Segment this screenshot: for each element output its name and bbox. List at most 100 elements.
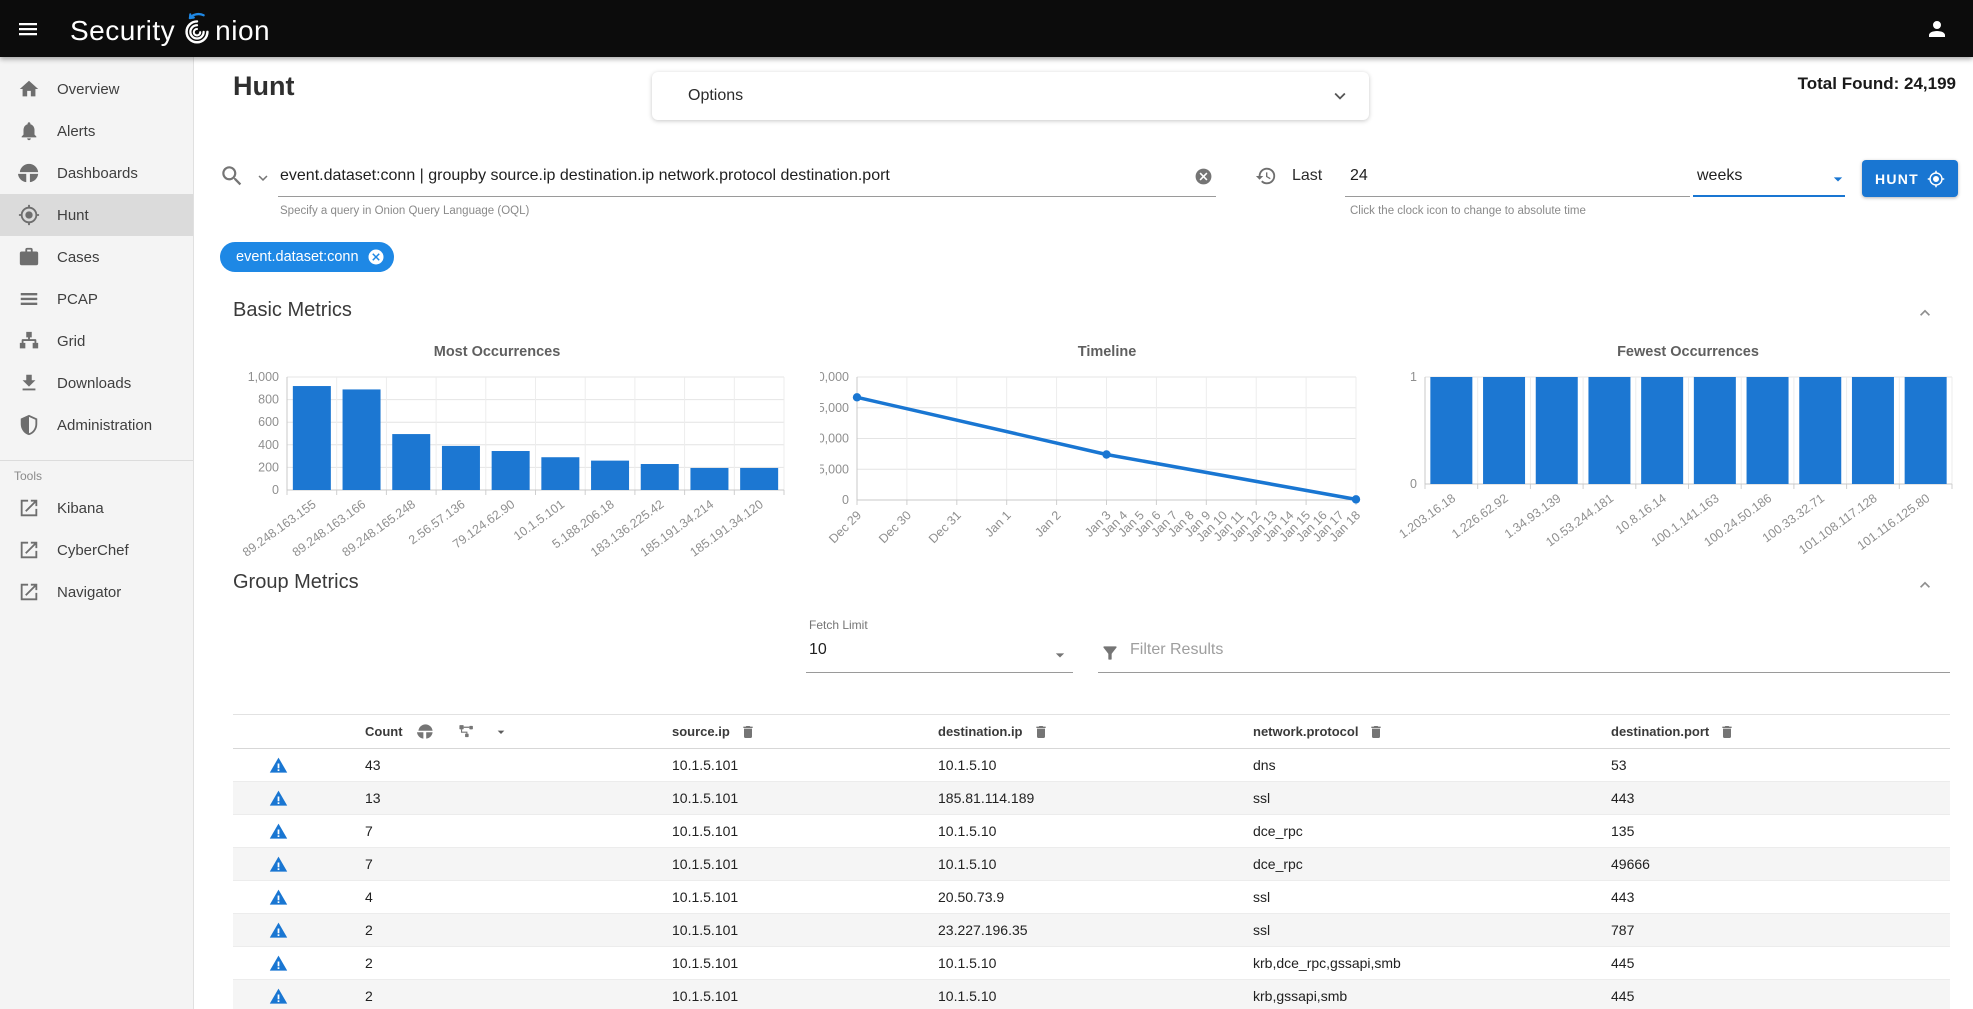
sidebar-item-dashboards[interactable]: Dashboards xyxy=(0,152,193,194)
sidebar-item-alerts[interactable]: Alerts xyxy=(0,110,193,152)
table-row[interactable]: 210.1.5.10110.1.5.10krb,dce_rpc,gssapi,s… xyxy=(233,947,1950,980)
remove-column-icon[interactable] xyxy=(1033,724,1049,740)
sidebar-tools-nav: Kibana CyberChef Navigator xyxy=(0,487,193,613)
relative-time-clock-icon[interactable] xyxy=(1255,165,1277,187)
table-row[interactable]: 4310.1.5.10110.1.5.10dns53 xyxy=(233,749,1950,782)
cell-destination-port: 445 xyxy=(1601,955,1950,971)
pie-chart-toggle-icon[interactable] xyxy=(417,723,434,740)
user-account-icon[interactable] xyxy=(1925,17,1949,41)
event-warning-icon[interactable] xyxy=(269,855,288,874)
sidebar-item-label: Kibana xyxy=(57,500,104,517)
remove-column-icon[interactable] xyxy=(740,724,756,740)
fetch-limit-caret-icon[interactable] xyxy=(1050,645,1070,665)
cell-source-ip: 10.1.5.101 xyxy=(662,823,928,839)
most-occurrences-chart[interactable]: Most Occurrences1,000800600400200089.248… xyxy=(210,338,810,568)
sidebar-item-label: Hunt xyxy=(57,207,89,224)
chip-remove-icon[interactable] xyxy=(367,248,385,266)
sidebar-item-kibana[interactable]: Kibana xyxy=(0,487,193,529)
duration-unit-caret-icon[interactable] xyxy=(1828,169,1848,189)
svg-text:600: 600 xyxy=(258,415,279,429)
group-metrics-collapse-icon[interactable] xyxy=(1915,575,1935,595)
cell-network-protocol: krb,dce_rpc,gssapi,smb xyxy=(1243,955,1601,971)
cell-destination-ip: 23.227.196.35 xyxy=(928,922,1243,938)
event-warning-icon[interactable] xyxy=(269,921,288,940)
svg-text:Most Occurrences: Most Occurrences xyxy=(434,344,561,360)
sidebar-item-overview[interactable]: Overview xyxy=(0,68,193,110)
fewest-occurrences-chart[interactable]: Fewest Occurrences101.203.16.181.226.62.… xyxy=(1395,338,1973,568)
menu-icon[interactable] xyxy=(16,17,40,41)
table-row[interactable]: 1310.1.5.101185.81.114.189ssl443 xyxy=(233,782,1950,815)
basic-metrics-collapse-icon[interactable] xyxy=(1915,303,1935,323)
sidebar-item-cyberchef[interactable]: CyberChef xyxy=(0,529,193,571)
cell-count: 2 xyxy=(323,922,662,938)
event-warning-icon[interactable] xyxy=(269,888,288,907)
brand-prefix: Security xyxy=(70,15,175,47)
table-row[interactable]: 210.1.5.10110.1.5.10krb,gssapi,smb445 xyxy=(233,980,1950,1009)
event-warning-icon[interactable] xyxy=(269,756,288,775)
duration-unit-select[interactable]: weeks xyxy=(1697,167,1742,185)
briefcase-icon xyxy=(18,246,40,268)
options-panel-toggle[interactable]: Options xyxy=(652,72,1369,120)
cell-network-protocol: dce_rpc xyxy=(1243,823,1601,839)
hunt-button[interactable]: HUNT xyxy=(1862,160,1958,197)
event-warning-icon[interactable] xyxy=(269,954,288,973)
cell-count: 4 xyxy=(323,889,662,905)
cell-source-ip: 10.1.5.101 xyxy=(662,955,928,971)
filter-results-input[interactable]: Filter Results xyxy=(1130,641,1223,659)
remove-column-icon[interactable] xyxy=(1368,724,1384,740)
sidebar-item-label: Downloads xyxy=(57,375,131,392)
table-header-count[interactable]: Count xyxy=(323,723,662,740)
query-input[interactable]: event.dataset:conn | groupby source.ip d… xyxy=(280,167,890,185)
svg-text:1.226.62.92: 1.226.62.92 xyxy=(1449,491,1511,541)
query-filter-chip[interactable]: event.dataset:conn xyxy=(220,242,394,272)
download-icon xyxy=(18,372,40,394)
options-label: Options xyxy=(688,87,743,105)
sidebar-item-navigator[interactable]: Navigator xyxy=(0,571,193,613)
sidebar-item-pcap[interactable]: PCAP xyxy=(0,278,193,320)
table-header-destination-port[interactable]: destination.port xyxy=(1601,724,1950,740)
app-bar: Security nion xyxy=(0,0,1973,57)
cell-destination-ip: 185.81.114.189 xyxy=(928,790,1243,806)
sankey-toggle-icon[interactable] xyxy=(458,723,475,740)
table-header-source-ip[interactable]: source.ip xyxy=(662,724,928,740)
sidebar-item-label: Dashboards xyxy=(57,165,138,182)
total-found-label: Total Found: 24,199 xyxy=(1798,74,1956,94)
sidebar-item-grid[interactable]: Grid xyxy=(0,320,193,362)
query-history-caret-icon[interactable] xyxy=(254,169,272,187)
fetch-limit-select[interactable]: 10 xyxy=(809,641,827,659)
sidebar-item-hunt[interactable]: Hunt xyxy=(0,194,193,236)
cell-destination-ip: 10.1.5.10 xyxy=(928,988,1243,1004)
table-header-network-protocol[interactable]: network.protocol xyxy=(1243,724,1601,740)
svg-text:Dec 30: Dec 30 xyxy=(876,508,914,546)
timeline-chart[interactable]: Timeline20,00015,00010,0005,0000Dec 29De… xyxy=(820,338,1380,568)
duration-underline xyxy=(1345,196,1690,197)
svg-text:200: 200 xyxy=(258,460,279,474)
cell-destination-port: 49666 xyxy=(1601,856,1950,872)
cell-destination-ip: 10.1.5.10 xyxy=(928,856,1243,872)
duration-input[interactable]: 24 xyxy=(1350,167,1368,185)
onion-icon xyxy=(180,11,214,47)
query-hint: Specify a query in Onion Query Language … xyxy=(280,205,529,217)
event-warning-icon[interactable] xyxy=(269,822,288,841)
sidebar-item-downloads[interactable]: Downloads xyxy=(0,362,193,404)
event-warning-icon[interactable] xyxy=(269,987,288,1006)
sidebar-item-cases[interactable]: Cases xyxy=(0,236,193,278)
sidebar-item-administration[interactable]: Administration xyxy=(0,404,193,446)
bell-icon xyxy=(18,120,40,142)
cell-count: 2 xyxy=(323,955,662,971)
query-clear-icon[interactable] xyxy=(1194,167,1213,186)
remove-column-icon[interactable] xyxy=(1719,724,1735,740)
table-row[interactable]: 410.1.5.10120.50.73.9ssl443 xyxy=(233,881,1950,914)
group-metrics-heading: Group Metrics xyxy=(233,571,359,594)
table-row[interactable]: 710.1.5.10110.1.5.10dce_rpc49666 xyxy=(233,848,1950,881)
column-menu-caret-icon[interactable] xyxy=(493,724,509,740)
table-body: 4310.1.5.10110.1.5.10dns531310.1.5.10118… xyxy=(233,749,1950,1009)
table-row[interactable]: 710.1.5.10110.1.5.10dce_rpc135 xyxy=(233,815,1950,848)
event-warning-icon[interactable] xyxy=(269,789,288,808)
svg-text:0: 0 xyxy=(1410,477,1417,491)
cell-destination-port: 53 xyxy=(1601,757,1950,773)
sidebar-item-label: CyberChef xyxy=(57,542,129,559)
sidebar-tools-label: Tools xyxy=(0,461,193,487)
table-row[interactable]: 210.1.5.10123.227.196.35ssl787 xyxy=(233,914,1950,947)
table-header-destination-ip[interactable]: destination.ip xyxy=(928,724,1243,740)
